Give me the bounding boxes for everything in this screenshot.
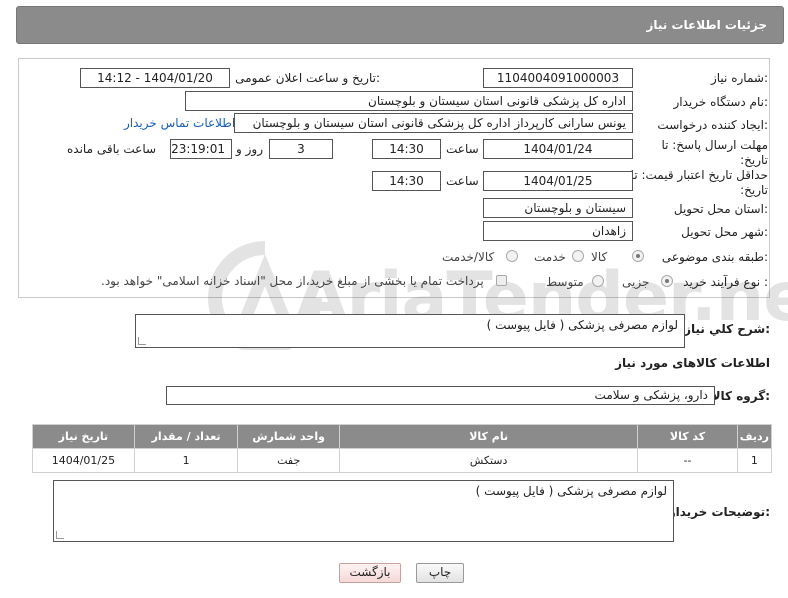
page-title: جزئیات اطلاعات نیاز — [646, 18, 767, 32]
days-label: روز و — [236, 142, 263, 156]
description-field: لوازم مصرفی پزشکی ( فایل پیوست ) — [135, 314, 685, 348]
remaining-time-field: 23:19:01 — [170, 139, 232, 159]
creator-label: ایجاد کننده درخواست: — [657, 118, 768, 132]
col-header-item-code: کد کالا — [637, 424, 738, 449]
validity-time-label: ساعت — [446, 174, 479, 188]
deadline-time-label: ساعت — [446, 142, 479, 156]
deadline-label: مهلت ارسال پاسخ: تا تاریخ: — [661, 138, 768, 167]
col-header-item-name: نام کالا — [338, 424, 639, 449]
cell-item-name: دستکش — [338, 448, 639, 473]
description-text: لوازم مصرفی پزشکی ( فایل پیوست ) — [486, 318, 678, 332]
treasury-payment-checkbox[interactable] — [496, 275, 507, 286]
remaining-time-label: ساعت باقی مانده — [67, 142, 157, 156]
col-header-quantity: تعداد / مقدار — [133, 424, 239, 449]
announce-label: تاریخ و ساعت اعلان عمومی: — [235, 71, 380, 85]
back-button[interactable]: بازگشت — [339, 563, 401, 583]
goods-info-title: اطلاعات کالاهای مورد نیاز — [615, 356, 770, 370]
creator-field: یونس سارانی کارپرداز اداره کل پزشکی قانو… — [234, 113, 633, 133]
days-field: 3 — [269, 139, 333, 159]
cell-need-date: 1404/01/25 — [32, 448, 135, 473]
process-option-medium: متوسط — [546, 275, 584, 289]
goods-group-field: دارو، پزشکی و سلامت — [166, 386, 715, 405]
table-header-row: ردیف کد کالا نام کالا واحد شمارش تعداد /… — [32, 424, 773, 449]
deadline-date-field: 1404/01/24 — [483, 139, 633, 159]
buyer-org-field: اداره کل پزشکی قانونی استان سیستان و بلو… — [185, 91, 633, 111]
city-label: شهر محل تحویل: — [681, 225, 768, 239]
description-label: شرح کلي نياز: — [684, 322, 770, 336]
city-field: زاهدان — [483, 221, 633, 241]
process-radio-medium[interactable] — [592, 275, 604, 287]
buyer-notes-field: لوازم مصرفی پزشکی ( فایل پیوست ) — [53, 480, 674, 542]
col-header-need-date: تاریخ نیاز — [32, 424, 135, 449]
category-option-goods: کالا — [591, 250, 608, 264]
page-header: جزئیات اطلاعات نیاز — [16, 6, 784, 44]
goods-group-label: گروه کالا: — [711, 389, 770, 403]
buyer-org-label: نام دستگاه خریدار: — [673, 95, 769, 109]
category-radio-service[interactable] — [572, 250, 584, 262]
cell-unit: جفت — [237, 448, 340, 473]
col-header-row-number: ردیف — [736, 424, 773, 449]
buyer-notes-label: توضیحات خریدار: — [668, 505, 770, 519]
process-option-minor: جزیی — [622, 275, 650, 289]
province-label: استان محل تحویل: — [673, 202, 768, 216]
category-option-service: خدمت — [534, 250, 566, 264]
cell-item-code: -- — [637, 448, 738, 473]
need-number-field: 1104004091000003 — [483, 68, 633, 88]
print-button[interactable]: چاپ — [416, 563, 464, 583]
announce-field: 1404/01/20 - 14:12 — [80, 68, 230, 88]
category-radio-goods-service[interactable] — [506, 250, 518, 262]
resize-grip-icon[interactable] — [56, 531, 64, 539]
validity-time-field: 14:30 — [372, 171, 441, 191]
validity-date-field: 1404/01/25 — [483, 171, 633, 191]
treasury-payment-note: پرداخت تمام یا بخشی از مبلغ خرید،از محل … — [101, 274, 484, 288]
cell-quantity: 1 — [133, 448, 239, 473]
need-number-label: شماره نیاز: — [710, 71, 768, 85]
items-table: ردیف کد کالا نام کالا واحد شمارش تعداد /… — [32, 424, 773, 473]
buyer-notes-text: لوازم مصرفی پزشکی ( فایل پیوست ) — [475, 484, 667, 498]
resize-grip-icon[interactable] — [138, 337, 146, 345]
category-option-goods-service: کالا/خدمت — [442, 250, 495, 264]
process-type-label: نوع فرآیند خرید : — [683, 275, 768, 289]
category-label: طبقه بندی موضوعی: — [661, 250, 768, 264]
col-header-unit: واحد شمارش — [237, 424, 340, 449]
category-radio-goods[interactable] — [632, 250, 644, 262]
validity-label: حداقل تاریخ اعتبار قیمت: تا تاریخ: — [630, 168, 768, 197]
deadline-time-field: 14:30 — [372, 139, 441, 159]
cell-row-number: 1 — [736, 448, 773, 473]
process-radio-minor[interactable] — [661, 275, 673, 287]
buyer-contact-link[interactable]: اطلاعات تماس خریدار — [124, 116, 235, 130]
province-field: سیستان و بلوچستان — [483, 198, 633, 218]
table-row: 1 -- دستکش جفت 1 1404/01/25 — [32, 448, 773, 473]
